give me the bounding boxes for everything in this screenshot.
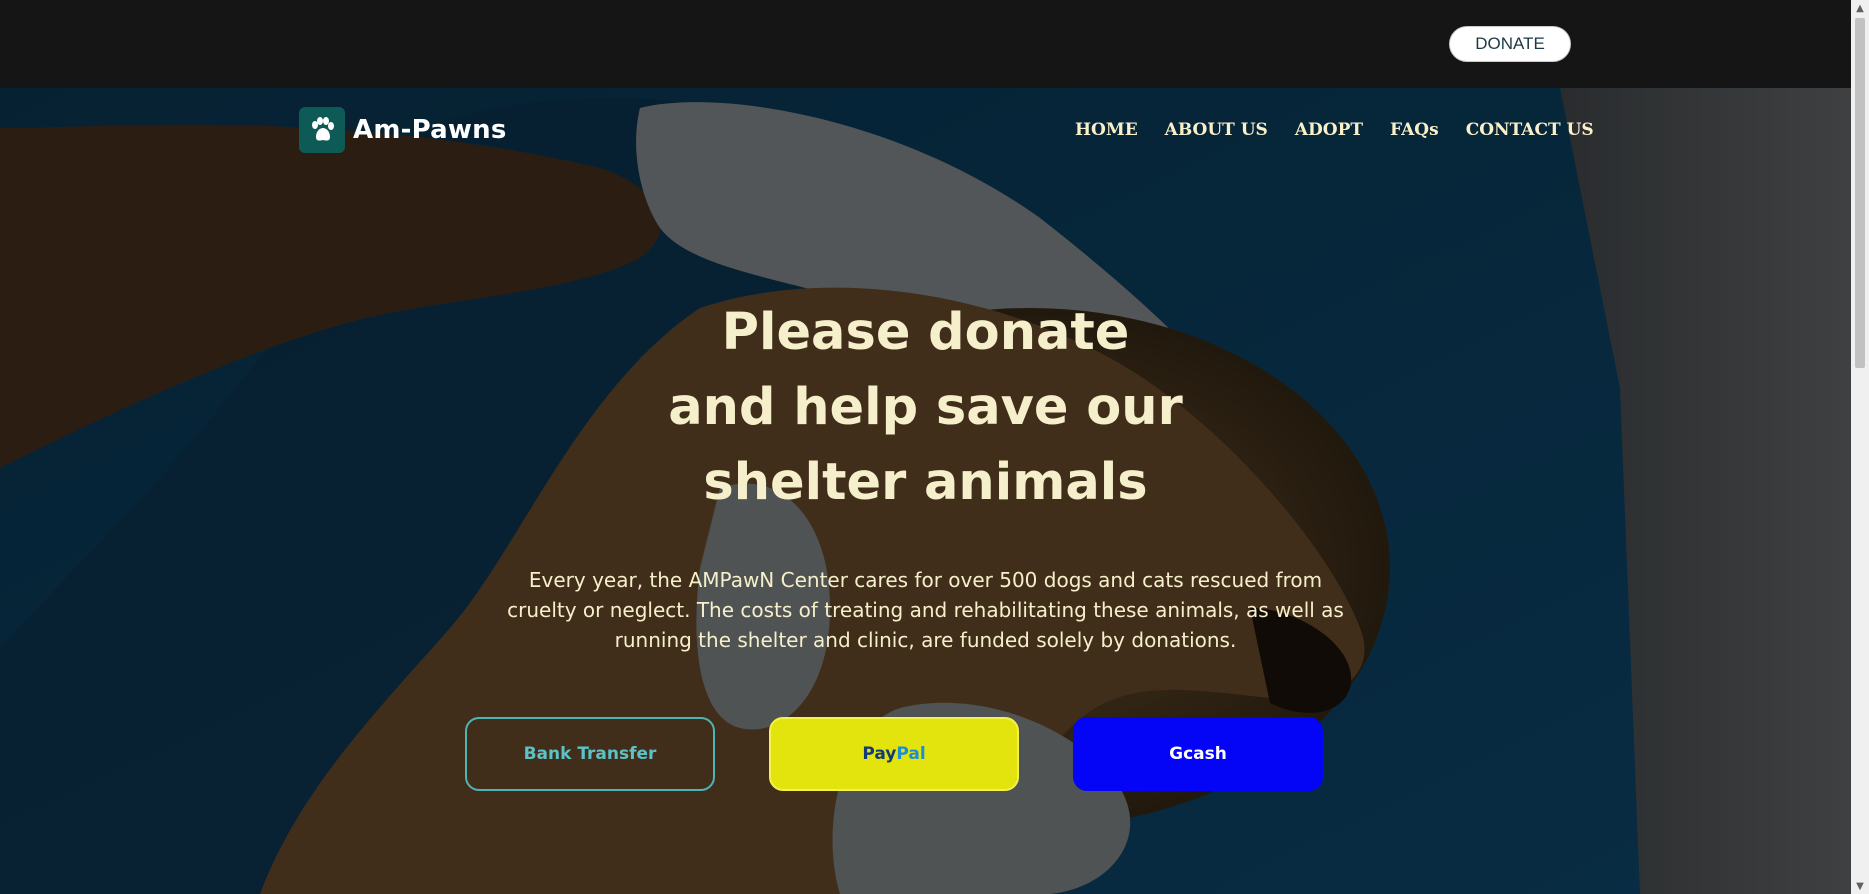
scroll-up-arrow-icon[interactable]: ▲ xyxy=(1851,0,1869,16)
paypal-label-pay: Pay xyxy=(862,744,897,764)
paw-icon xyxy=(299,107,345,153)
main-nav: HOME ABOUT US ADOPT FAQs CONTACT US xyxy=(1075,120,1621,140)
headline-line-3: shelter animals xyxy=(703,453,1148,512)
gcash-label: Gcash xyxy=(1169,744,1227,764)
nav-about-us[interactable]: ABOUT US xyxy=(1165,120,1268,140)
bank-transfer-label: Bank Transfer xyxy=(523,744,657,764)
hero-description: Every year, the AMPawN Center cares for … xyxy=(507,568,1344,652)
headline-line-1: Please donate xyxy=(721,303,1130,362)
bank-transfer-button[interactable]: Bank Transfer xyxy=(465,717,715,791)
brand-name: Am-Pawns xyxy=(353,115,507,145)
paypal-button[interactable]: Pay Pal xyxy=(769,717,1019,791)
nav-contact-us[interactable]: CONTACT US xyxy=(1466,120,1594,140)
scrollbar-thumb[interactable] xyxy=(1855,18,1865,368)
gcash-button[interactable]: Gcash xyxy=(1073,717,1323,791)
vertical-scrollbar[interactable]: ▲ ▼ xyxy=(1851,0,1869,894)
hero-headline: Please donate and help save our shelter … xyxy=(0,295,1851,520)
brand-logo[interactable]: Am-Pawns xyxy=(299,107,507,153)
headline-line-2: and help save our xyxy=(668,378,1183,437)
donate-button[interactable]: DONATE xyxy=(1449,26,1571,62)
scroll-down-arrow-icon[interactable]: ▼ xyxy=(1851,878,1869,894)
nav-adopt[interactable]: ADOPT xyxy=(1295,120,1363,140)
top-bar: DONATE xyxy=(0,0,1851,88)
paypal-label-pal: Pal xyxy=(896,744,926,764)
nav-home[interactable]: HOME xyxy=(1075,120,1138,140)
nav-faqs[interactable]: FAQs xyxy=(1390,120,1439,140)
